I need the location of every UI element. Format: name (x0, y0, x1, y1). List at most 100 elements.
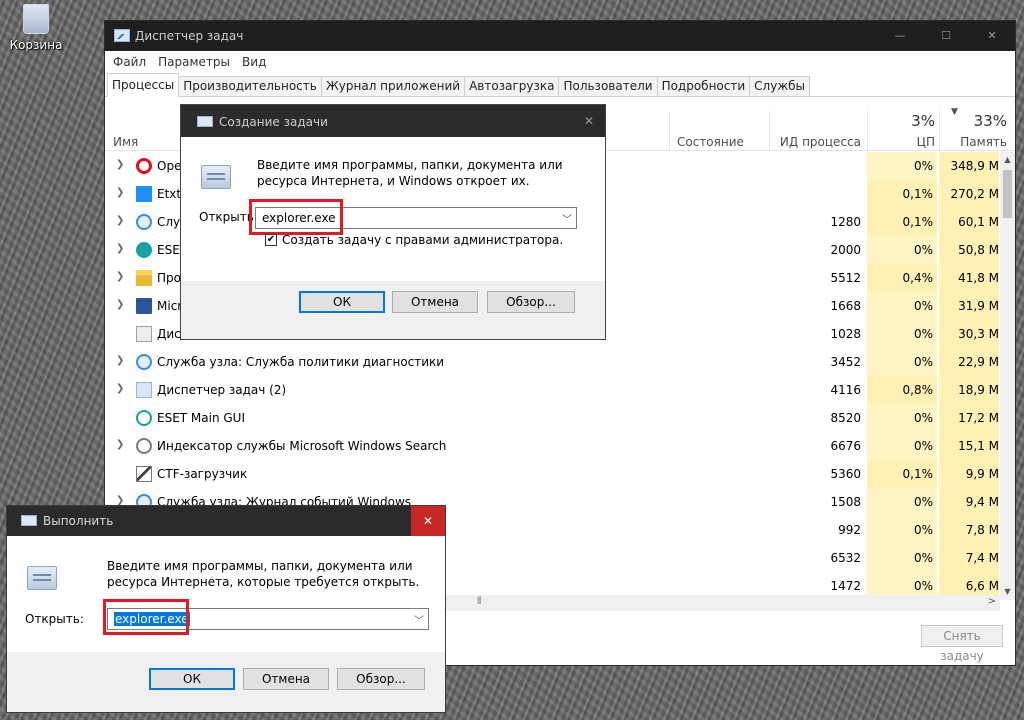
menu-file[interactable]: Файл (113, 55, 146, 69)
tab-details[interactable]: Подробности (656, 76, 751, 96)
open-label: Открыть: (25, 612, 84, 626)
create-task-description: Введите имя программы, папки, документа … (257, 158, 563, 188)
process-cpu: 0% (867, 516, 937, 544)
process-cpu: 0% (867, 236, 937, 264)
ok-button[interactable]: ОК (299, 291, 385, 313)
process-cpu: 0,4% (867, 264, 937, 292)
tab-performance[interactable]: Производительность (178, 76, 322, 96)
run-description: Введите имя программы, папки, документа … (107, 559, 420, 589)
chevron-right-icon[interactable]: ❯ (116, 159, 126, 171)
process-memory: 60,1 M (939, 208, 999, 236)
tab-app-history[interactable]: Журнал приложений (320, 76, 466, 96)
etxt-icon (136, 186, 152, 202)
process-pid: 6676 (830, 439, 861, 453)
process-pid: 5512 (830, 271, 861, 285)
tab-processes[interactable]: Процессы (107, 73, 180, 97)
chevron-down-icon[interactable]: ﹀ (562, 211, 572, 226)
process-memory: 50,8 M (939, 236, 999, 264)
browse-button[interactable]: Обзор... (337, 668, 425, 690)
tab-services[interactable]: Службы (749, 76, 811, 96)
recycle-bin-desktop-icon[interactable]: Корзина (6, 4, 66, 52)
chevron-right-icon[interactable]: ❯ (116, 299, 126, 311)
admin-checkbox-label[interactable]: Создать задачу с правами администратора. (282, 233, 563, 247)
process-name: Про (157, 271, 181, 285)
table-row[interactable]: ❯ Индексатор службы Microsoft Windows Sea… (105, 432, 999, 460)
close-button[interactable]: ✕ (411, 506, 445, 536)
process-cpu: 0% (867, 320, 937, 348)
menu-bar: Файл Параметры Вид (105, 51, 1015, 73)
vertical-scrollbar[interactable]: ▲ ▼ (1000, 152, 1015, 600)
create-task-dialog: Создание задачи ✕ Введите имя программы,… (180, 104, 606, 340)
service-host-icon (136, 214, 152, 230)
column-cpu[interactable]: 3% ЦП (867, 103, 939, 151)
process-memory: 7,4 M (939, 544, 999, 572)
process-pid: 4116 (830, 383, 861, 397)
scroll-thumb[interactable] (1003, 170, 1012, 218)
process-name: Ope (157, 159, 182, 173)
process-name: Диспетчер задач (2) (157, 383, 287, 397)
process-memory: 31,9 M (939, 292, 999, 320)
chevron-right-icon[interactable]: ❯ (116, 187, 126, 199)
process-pid: 1280 (830, 215, 861, 229)
table-row[interactable]: ESET Main GUI 8520 0% 17,2 M (105, 404, 999, 432)
chevron-right-icon[interactable]: ❯ (116, 271, 126, 283)
column-memory[interactable]: ▼ 33% Память (939, 103, 1015, 151)
scroll-down-icon[interactable]: ▼ (1000, 584, 1015, 600)
chevron-right-icon[interactable]: ❯ (116, 439, 126, 451)
column-memory-label: Память (960, 135, 1007, 149)
chevron-right-icon[interactable]: ❯ (116, 383, 126, 395)
admin-checkbox[interactable]: ✔ (265, 234, 277, 246)
process-name: Micr (157, 299, 183, 313)
table-row[interactable]: ❯ Служба узла: Служба политики диагностик… (105, 348, 999, 376)
column-status[interactable]: Состояние (677, 135, 744, 149)
process-memory: 348,9 M (939, 152, 999, 180)
chevron-right-icon[interactable]: ❯ (116, 215, 126, 227)
create-task-titlebar: Создание задачи ✕ (181, 105, 605, 137)
window-icon (136, 326, 152, 342)
process-name: Etxt (157, 187, 182, 201)
process-cpu: 0% (867, 432, 937, 460)
close-icon[interactable]: ✕ (573, 105, 605, 137)
close-button[interactable]: ✕ (969, 21, 1015, 51)
menu-options[interactable]: Параметры (158, 55, 230, 69)
scroll-right-icon[interactable]: > (988, 596, 996, 607)
process-cpu: 0% (867, 348, 937, 376)
scroll-grip-icon[interactable]: ⦀ (477, 596, 481, 607)
cancel-button[interactable]: Отмена (392, 291, 478, 313)
process-memory: 9,4 M (939, 488, 999, 516)
service-host-icon (136, 354, 152, 370)
browse-button[interactable]: Обзор... (487, 291, 575, 313)
process-name: Слу (157, 215, 181, 229)
sort-arrow-icon: ▼ (951, 107, 958, 117)
chevron-right-icon[interactable]: ❯ (116, 355, 126, 367)
task-manager-icon (136, 382, 152, 398)
ok-button[interactable]: ОК (149, 668, 235, 690)
scroll-up-icon[interactable]: ▲ (1000, 152, 1015, 168)
cancel-button[interactable]: Отмена (243, 668, 329, 690)
task-manager-title: Диспетчер задач (135, 29, 244, 43)
chevron-down-icon[interactable]: ﹀ (414, 612, 424, 627)
run-icon (197, 116, 213, 127)
table-row[interactable]: ❯ Диспетчер задач (2) 4116 0,8% 18,9 M (105, 376, 999, 404)
chevron-right-icon[interactable]: ❯ (116, 243, 126, 255)
process-name: ESET Main GUI (157, 411, 246, 425)
search-indexer-icon (136, 438, 152, 454)
process-pid: 1028 (830, 327, 861, 341)
tab-startup[interactable]: Автозагрузка (464, 76, 560, 96)
end-task-button[interactable]: Снять задачу (921, 625, 1003, 663)
process-pid: 2000 (830, 243, 861, 257)
process-memory: 15,1 M (939, 432, 999, 460)
column-name[interactable]: Имя (113, 135, 138, 149)
process-pid: 6532 (830, 551, 861, 565)
process-cpu: 0% (867, 488, 937, 516)
column-pid[interactable]: ИД процесса (769, 135, 861, 149)
tab-users[interactable]: Пользователи (558, 76, 658, 96)
minimize-button[interactable]: — (877, 21, 923, 51)
run-dialog-big-icon (201, 165, 231, 189)
menu-view[interactable]: Вид (242, 55, 266, 69)
process-memory: 270,2 M (939, 180, 999, 208)
maximize-button[interactable]: ☐ (923, 21, 969, 51)
create-task-title: Создание задачи (219, 115, 328, 129)
highlight-box (249, 199, 343, 235)
table-row[interactable]: CTF-загрузчик 5360 0,1% 9,9 M (105, 460, 999, 488)
